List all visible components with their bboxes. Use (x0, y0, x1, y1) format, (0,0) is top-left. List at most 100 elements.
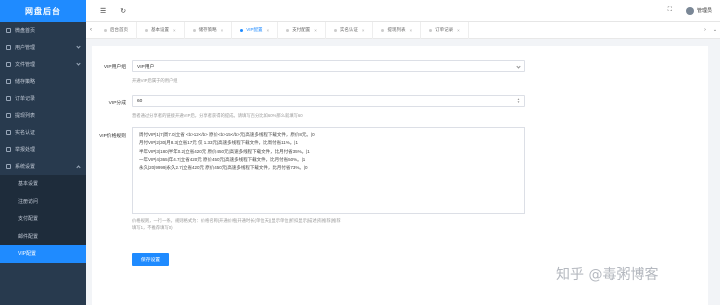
tab-dot-icon (429, 28, 433, 32)
tab-verify[interactable]: 实名认证 × (326, 21, 374, 39)
close-icon[interactable]: × (221, 28, 224, 33)
order-icon (6, 96, 11, 101)
tab-withdraw[interactable]: 提现列表 × (373, 21, 422, 39)
sidebar-item-verify[interactable]: 实名认证 (0, 124, 86, 141)
sidebar-subitem-register[interactable]: 注册访问 (0, 193, 86, 211)
sidebar-item-label: 储存策略 (15, 79, 36, 85)
file-icon (6, 62, 11, 67)
close-icon[interactable]: × (457, 28, 460, 33)
sidebar-item-label: 提现列表 (15, 113, 36, 119)
sidebar-item-users[interactable]: 用户管理 (0, 39, 86, 56)
tab-bar: ‹ 后台首页 基本设置 × 储存策略 × VIP配置 × 支付配置 × 实名认证 × 提现… (86, 21, 720, 39)
app-logo: 网盘后台 (0, 0, 86, 22)
sidebar-item-orders[interactable]: 订单记录 (0, 90, 86, 107)
verify-icon (6, 130, 11, 135)
sidebar-item-files[interactable]: 文件管理 (0, 56, 86, 73)
pricing-help-2: 填写1，不推荐填写0) (132, 225, 173, 230)
tab-label: 后台首页 (110, 27, 128, 32)
tab-orders[interactable]: 订单记录 × (421, 21, 469, 39)
tab-dot-icon (333, 28, 337, 32)
pricing-help-1: 价格规则，一行一条。规则格式为：价格名称|开通价格|开通时长(单位天)|显示单位… (132, 218, 341, 223)
tab-label: 提现列表 (387, 27, 406, 32)
commission-input[interactable]: 60 ▲ ▼ (132, 95, 525, 107)
tab-label: VIP配置 (246, 27, 263, 32)
sidebar-subitem-basic[interactable]: 基本设置 (0, 175, 86, 193)
tab-label: 订单记录 (435, 27, 454, 32)
commission-value: 60 (137, 98, 143, 104)
vip-group-label: VIP用户组 (103, 65, 126, 70)
close-icon[interactable]: × (267, 28, 270, 33)
close-icon[interactable]: × (173, 28, 176, 33)
user-name[interactable]: 管理员 (697, 7, 712, 14)
vip-group-select[interactable]: VIP用户 (132, 60, 525, 72)
pricing-rule-line: 周付VIP|1|7|周7.0|立省 <b>12</b> 原价<b>15</b>元… (139, 132, 315, 137)
storage-icon (6, 79, 11, 84)
report-icon (6, 147, 11, 152)
fullscreen-icon[interactable]: ⛶ (668, 7, 672, 14)
withdraw-icon (6, 113, 11, 118)
sidebar-item-label: 微盘首页 (15, 28, 36, 34)
user-icon (6, 45, 11, 50)
tab-payment[interactable]: 支付配置 × (278, 21, 326, 39)
tab-label: 基本设置 (151, 27, 169, 32)
top-bar: ☰ ↻ ⛶ 管理员 (86, 0, 720, 22)
number-stepper-icon[interactable]: ▲ ▼ (517, 98, 520, 104)
pricing-rule-line: 永久|20|9999|永久2.7|立省420元 原价450元|高速多线程下载文件… (139, 165, 308, 171)
sidebar-subitem-payment[interactable]: 支付配置 (0, 210, 86, 228)
sidebar-item-label: 订单记录 (15, 96, 36, 102)
tab-scroll-right-icon[interactable]: › (700, 27, 710, 33)
settings-icon (6, 164, 11, 169)
chevron-down-icon (516, 63, 521, 69)
pricing-rule-line: 半年VIP|3|180|半年0.2|立省420元 原价450元|高速多线程下载文… (139, 148, 310, 154)
chevron-down-icon[interactable]: ⌄ (710, 27, 720, 33)
refresh-icon[interactable]: ↻ (120, 7, 126, 15)
pricing-label: VIP价格规则 (99, 134, 126, 139)
sidebar-item-withdraw[interactable]: 提现列表 (0, 107, 86, 124)
tab-storage[interactable]: 储存策略 × (185, 21, 233, 39)
sidebar-subitem-vip[interactable]: VIP配置 (0, 245, 86, 263)
close-icon[interactable]: × (362, 28, 365, 33)
tab-dot-icon (240, 28, 244, 32)
tab-label: 实名认证 (339, 27, 358, 32)
home-icon (6, 28, 11, 33)
pricing-rule-line: 月付VIP|2|30|月8.3|立省17元 仅 1.33元|高速多线程下载文件，… (139, 140, 298, 146)
sidebar-item-label: 文件管理 (15, 62, 36, 68)
sidebar-item-label: 实名认证 (15, 130, 36, 136)
tab-dot-icon (104, 28, 107, 32)
sidebar-item-label: 用户管理 (15, 45, 36, 51)
close-icon[interactable]: × (314, 28, 317, 33)
tab-home[interactable]: 后台首页 (96, 21, 137, 39)
sidebar-submenu-settings: 基本设置 注册访问 支付配置 邮件配置 VIP配置 (0, 175, 86, 263)
sidebar: 网盘后台 微盘首页 用户管理 文件管理 储存策略 订单记录 提现列表 实名认证 … (0, 0, 86, 305)
tab-label: 储存策略 (198, 27, 217, 32)
chevron-down-icon (76, 61, 81, 66)
tab-dot-icon (192, 28, 196, 32)
vip-group-value: VIP用户 (137, 64, 155, 70)
tab-dot-icon (286, 28, 290, 32)
avatar[interactable] (685, 6, 694, 15)
tab-vip[interactable]: VIP配置 × (232, 21, 279, 39)
tab-controls: › ⌄ (700, 27, 720, 33)
user-area: ⛶ 管理员 (668, 6, 712, 15)
tab-dot-icon (381, 28, 385, 32)
sidebar-item-settings[interactable]: 系统设置 (0, 158, 86, 175)
sidebar-subitem-mail[interactable]: 邮件配置 (0, 228, 86, 246)
tab-dot-icon (145, 28, 148, 32)
chevron-up-icon (76, 165, 81, 170)
pricing-rule-line: 一年VIP|4|365|年4.7|立省420元 原价450元|高速多线程下载文件… (139, 156, 306, 162)
close-icon[interactable]: × (409, 28, 412, 33)
sidebar-item-home[interactable]: 微盘首页 (0, 22, 86, 39)
sidebar-item-storage[interactable]: 储存策略 (0, 73, 86, 90)
sidebar-item-label: 系统设置 (15, 164, 36, 170)
tab-scroll-left-icon[interactable]: ‹ (86, 27, 96, 33)
menu-toggle-icon[interactable]: ☰ (100, 7, 106, 15)
pricing-rules-textarea[interactable]: 周付VIP|1|7|周7.0|立省 <b>12</b> 原价<b>15</b>元… (132, 127, 525, 214)
sidebar-item-report[interactable]: 举报处理 (0, 141, 86, 158)
tab-label: 支付配置 (292, 27, 311, 32)
save-button[interactable]: 保存设置 (132, 253, 169, 266)
vip-group-help: 开通VIP后属于的用户组 (132, 78, 178, 83)
chevron-down-icon (76, 44, 81, 49)
tab-basic[interactable]: 基本设置 × (137, 21, 185, 39)
commission-help: 营者通过分享者的链接开通VIP后，分享者获得的提成。请填写百分比如60%那么就填… (132, 113, 303, 118)
watermark-text: 知乎 @毒粥博客 (556, 267, 659, 283)
